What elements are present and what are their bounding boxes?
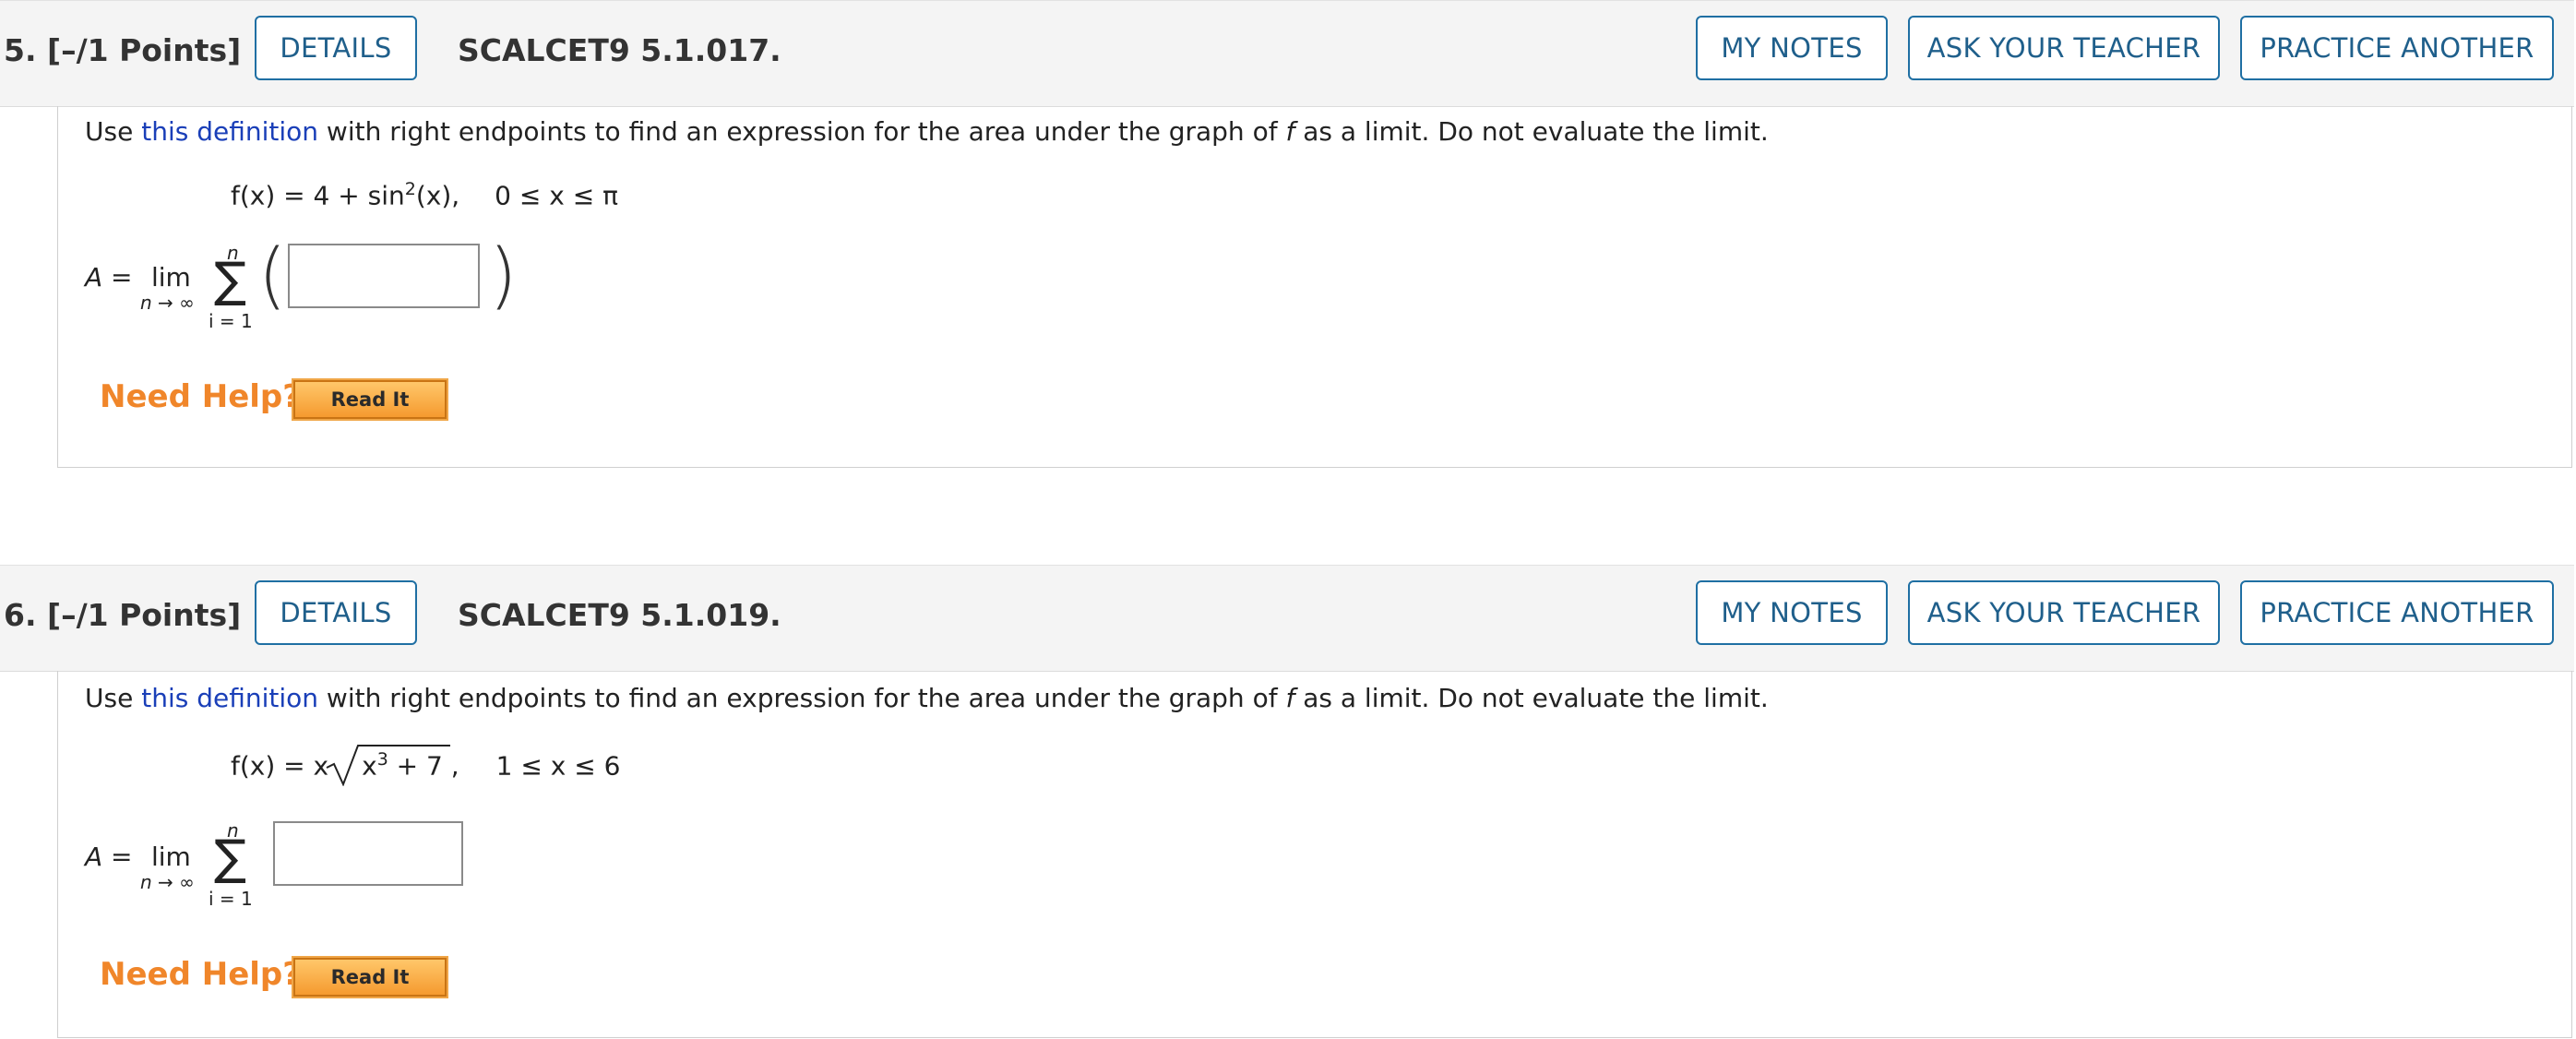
question-6: 6. [–/1 Points] DETAILS SCALCET9 5.1.019…	[0, 565, 2576, 1039]
question-5: 5. [–/1 Points] DETAILS SCALCET9 5.1.017…	[0, 0, 2576, 471]
my-notes-button[interactable]: MY NOTES	[1696, 16, 1888, 80]
question-header: 6. [–/1 Points] DETAILS SCALCET9 5.1.019…	[0, 565, 2574, 672]
read-it-button[interactable]: Read It	[292, 956, 448, 998]
question-code: SCALCET9 5.1.019.	[458, 597, 781, 633]
square-root-icon	[326, 745, 450, 786]
my-notes-button[interactable]: MY NOTES	[1696, 580, 1888, 645]
practice-another-button[interactable]: PRACTICE ANOTHER	[2240, 580, 2554, 645]
area-label: A =	[85, 262, 133, 293]
need-help-label: Need Help?	[100, 378, 301, 415]
answer-input[interactable]	[273, 821, 463, 886]
definition-link[interactable]: this definition	[141, 116, 318, 147]
ask-your-teacher-button[interactable]: ASK YOUR TEACHER	[1908, 16, 2220, 80]
practice-another-button[interactable]: PRACTICE ANOTHER	[2240, 16, 2554, 80]
details-button[interactable]: DETAILS	[255, 16, 417, 80]
domain: 0 ≤ x ≤ π	[495, 180, 618, 211]
definition-link[interactable]: this definition	[141, 683, 318, 713]
right-paren: )	[489, 234, 518, 317]
question-points: 5. [–/1 Points]	[4, 32, 242, 68]
function-definition: f(x) = 4 + sin2(x), 0 ≤ x ≤ π	[231, 179, 618, 211]
ask-your-teacher-button[interactable]: ASK YOUR TEACHER	[1908, 580, 2220, 645]
sigma-symbol: ∑	[214, 253, 247, 308]
domain: 1 ≤ x ≤ 6	[495, 750, 621, 782]
sum-lower-limit: i = 1	[209, 310, 253, 332]
area-label: A =	[85, 842, 133, 872]
sum-lower-limit: i = 1	[209, 888, 253, 910]
question-points: 6. [–/1 Points]	[4, 597, 242, 633]
details-button[interactable]: DETAILS	[255, 580, 417, 645]
need-help-label: Need Help?	[100, 956, 301, 993]
lim-label: lim	[151, 262, 191, 293]
sigma-symbol: ∑	[214, 830, 247, 886]
read-it-button[interactable]: Read It	[292, 378, 448, 421]
lim-label: lim	[151, 842, 191, 872]
lim-subscript: n → ∞	[140, 871, 195, 893]
question-prompt: Use this definition with right endpoints…	[85, 683, 1769, 713]
question-code: SCALCET9 5.1.017.	[458, 32, 781, 68]
lim-subscript: n → ∞	[140, 292, 195, 314]
question-prompt: Use this definition with right endpoints…	[85, 116, 1769, 147]
answer-input[interactable]	[288, 244, 480, 308]
left-paren: (	[258, 234, 287, 317]
question-header: 5. [–/1 Points] DETAILS SCALCET9 5.1.017…	[0, 0, 2574, 107]
